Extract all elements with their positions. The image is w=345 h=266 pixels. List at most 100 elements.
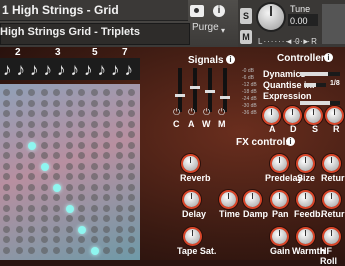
signal-slider-handle[interactable] bbox=[190, 86, 200, 89]
size-knob[interactable] bbox=[298, 156, 313, 171]
reverb-return-knob[interactable] bbox=[324, 156, 339, 171]
grid-step-cell[interactable] bbox=[78, 246, 85, 254]
grid-step-cell[interactable] bbox=[78, 194, 85, 201]
grid-step-cell[interactable] bbox=[65, 152, 73, 159]
delay-knob[interactable] bbox=[184, 192, 199, 207]
grid-step-cell[interactable] bbox=[103, 99, 110, 107]
grid-step-cell[interactable] bbox=[78, 120, 85, 128]
grid-step-cell[interactable] bbox=[65, 173, 73, 180]
grid-step-cell[interactable] bbox=[53, 141, 60, 149]
grid-step-cell[interactable] bbox=[128, 236, 135, 243]
signal-slider-handle[interactable] bbox=[175, 94, 185, 97]
grid-step-cell[interactable] bbox=[128, 162, 135, 170]
quantise-slider[interactable] bbox=[304, 83, 326, 87]
grid-step-cell[interactable] bbox=[78, 225, 86, 234]
grid-step-cell[interactable] bbox=[28, 173, 35, 180]
grid-step-cell[interactable] bbox=[40, 173, 48, 180]
grid-step-cell[interactable] bbox=[40, 204, 48, 212]
note-value-icon[interactable]: ♪ bbox=[98, 60, 107, 80]
grid-step-cell[interactable] bbox=[15, 173, 23, 180]
grid-step-cell[interactable] bbox=[90, 183, 98, 191]
grid-step-cell[interactable] bbox=[115, 204, 123, 212]
grid-step-cell[interactable] bbox=[115, 173, 123, 180]
grid-step-cell[interactable] bbox=[128, 141, 135, 149]
grid-step-cell[interactable] bbox=[28, 110, 35, 117]
grid-step-cell[interactable] bbox=[78, 183, 85, 191]
grid-step-cell[interactable] bbox=[78, 89, 85, 96]
grid-step-cell[interactable] bbox=[15, 120, 23, 128]
grid-step-cell[interactable] bbox=[3, 173, 10, 180]
grid-step-cell[interactable] bbox=[53, 225, 60, 233]
grid-step-cell[interactable] bbox=[3, 110, 10, 117]
grid-step-cell[interactable] bbox=[115, 194, 123, 201]
gain-knob[interactable] bbox=[272, 229, 287, 244]
grid-step-cell[interactable] bbox=[78, 173, 85, 180]
grid-step-cell[interactable] bbox=[15, 183, 23, 191]
grid-step-cell[interactable] bbox=[128, 215, 135, 222]
grid-step-cell[interactable] bbox=[40, 225, 48, 233]
grid-step-cell[interactable] bbox=[40, 141, 48, 149]
feedback-knob[interactable] bbox=[298, 192, 313, 207]
grid-step-cell[interactable] bbox=[3, 99, 10, 107]
pan-value[interactable]: ◄ 0 ► bbox=[285, 37, 310, 46]
warmth-knob[interactable] bbox=[298, 229, 313, 244]
grid-step-cell[interactable] bbox=[90, 236, 98, 243]
grid-step-cell[interactable] bbox=[28, 131, 35, 138]
instrument-title[interactable]: 1 High Strings - Grid bbox=[2, 3, 119, 17]
grid-step-cell[interactable] bbox=[65, 120, 73, 128]
grid-step-cell[interactable] bbox=[3, 162, 10, 170]
hf-roll-knob[interactable] bbox=[324, 229, 339, 244]
grid-step-cell[interactable] bbox=[90, 99, 98, 107]
grid-step-cell[interactable] bbox=[3, 225, 10, 233]
grid-step-cell[interactable] bbox=[28, 162, 35, 170]
grid-step-cell[interactable] bbox=[53, 152, 60, 159]
grid-step-cell[interactable] bbox=[65, 131, 73, 138]
grid-step-cell[interactable] bbox=[103, 246, 110, 254]
grid-step-cell[interactable] bbox=[65, 225, 73, 233]
grid-step-cell[interactable] bbox=[115, 89, 123, 96]
time-knob[interactable] bbox=[221, 192, 236, 207]
grid-step-cell[interactable] bbox=[3, 236, 10, 243]
grid-step-cell[interactable] bbox=[115, 120, 123, 128]
note-value-icon[interactable]: ♪ bbox=[3, 60, 12, 80]
grid-step-cell[interactable] bbox=[115, 183, 123, 191]
grid-step-cell[interactable] bbox=[28, 225, 35, 233]
grid-step-cell[interactable] bbox=[65, 89, 73, 96]
grid-step-cell[interactable] bbox=[40, 236, 48, 243]
grid-step-cell[interactable] bbox=[65, 236, 73, 243]
grid-step-cell[interactable] bbox=[15, 110, 23, 117]
grid-step-cell[interactable] bbox=[40, 246, 48, 254]
grid-step-cell[interactable] bbox=[128, 110, 135, 117]
note-value-icon[interactable]: ♪ bbox=[57, 60, 66, 80]
grid-step-cell[interactable] bbox=[3, 194, 10, 201]
grid-step-cell[interactable] bbox=[90, 89, 98, 96]
grid-step-cell[interactable] bbox=[128, 183, 135, 191]
power-icon[interactable]: ⏻ bbox=[173, 107, 180, 118]
grid-step-cell[interactable] bbox=[53, 173, 60, 180]
grid-step-cell[interactable] bbox=[103, 110, 110, 117]
grid-step-cell[interactable] bbox=[53, 131, 60, 138]
grid-step-cell[interactable] bbox=[53, 162, 60, 170]
grid-step-cell[interactable] bbox=[90, 194, 98, 201]
note-value-icon[interactable]: ♪ bbox=[30, 60, 39, 80]
grid-step-cell[interactable] bbox=[53, 246, 60, 254]
tape-sat-knob[interactable] bbox=[185, 229, 200, 244]
note-value-icon[interactable]: ♪ bbox=[125, 60, 134, 80]
grid-step-cell[interactable] bbox=[103, 183, 110, 191]
grid-step-cell[interactable] bbox=[28, 204, 35, 212]
signal-slider[interactable] bbox=[223, 68, 227, 112]
chevron-down-icon[interactable]: ▾ bbox=[221, 26, 225, 35]
grid-step-cell[interactable] bbox=[65, 194, 73, 201]
grid-step-cell[interactable] bbox=[103, 141, 110, 149]
grid-step-cell[interactable] bbox=[78, 215, 85, 222]
signal-slider[interactable] bbox=[178, 68, 182, 112]
grid-step-cell[interactable] bbox=[28, 236, 35, 243]
purge-dropdown[interactable]: Purge bbox=[192, 22, 219, 33]
grid-step-cell[interactable] bbox=[53, 215, 60, 222]
tune-knob[interactable] bbox=[258, 4, 284, 30]
grid-step-cell[interactable] bbox=[53, 194, 60, 201]
grid-step-cell[interactable] bbox=[78, 99, 85, 107]
grid-step-cell[interactable] bbox=[40, 131, 48, 138]
grid-step-cell[interactable] bbox=[115, 99, 123, 107]
grid-step-cell[interactable] bbox=[40, 110, 48, 117]
